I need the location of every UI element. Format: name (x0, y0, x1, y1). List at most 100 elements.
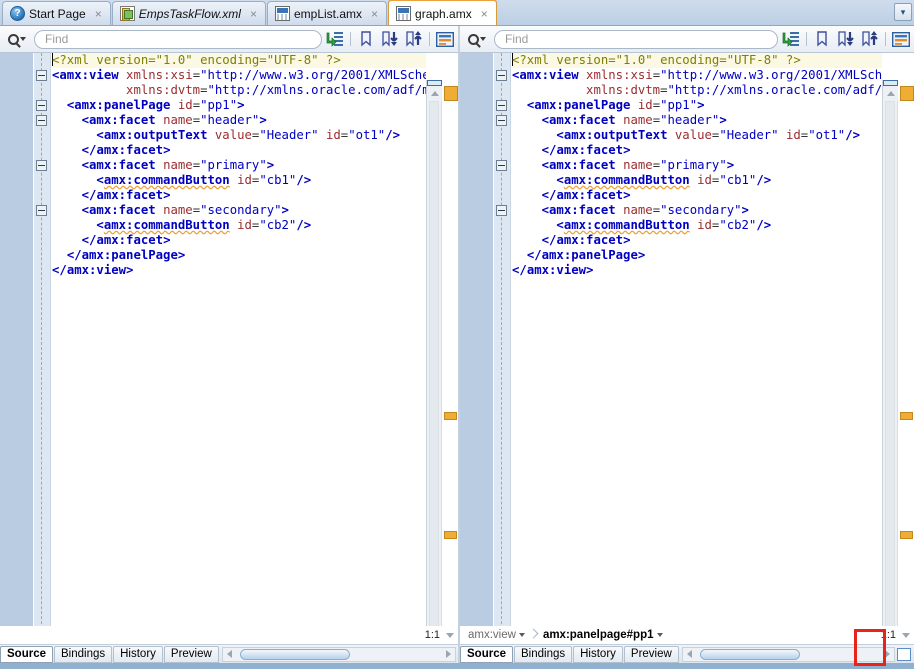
right-code-fold-margin[interactable] (494, 53, 511, 669)
right-vertical-scrollbar[interactable] (882, 80, 898, 669)
tab-bindings[interactable]: Bindings (54, 645, 113, 663)
code-line[interactable]: <amx:outputText value="Header" id="ot1"/… (52, 128, 426, 143)
breadcrumb-item-amx-panelpage[interactable]: amx:panelpage#pp1 (539, 627, 667, 643)
fold-toggle-facet-secondary[interactable] (36, 205, 47, 216)
fold-toggle-facet-secondary[interactable] (496, 205, 507, 216)
editor-tab-close-icon[interactable]: × (479, 8, 490, 20)
editor-tab-close-icon[interactable]: × (369, 8, 380, 20)
code-line[interactable]: </amx:facet> (512, 188, 882, 203)
search-icon[interactable] (462, 29, 492, 50)
code-line[interactable]: <amx:commandButton id="cb1"/> (52, 173, 426, 188)
code-line[interactable]: <amx:facet name="header"> (512, 113, 882, 128)
tab-source[interactable]: Source (460, 645, 513, 663)
editor-tab-empstaskflow-xml[interactable]: EmpsTaskFlow.xml × (111, 1, 266, 25)
right-editor-gutter[interactable] (460, 53, 494, 669)
editor-split-handle[interactable] (897, 647, 911, 661)
split-editor-dropdown-icon[interactable] (443, 629, 456, 642)
code-line[interactable]: <amx:facet name="header"> (52, 113, 426, 128)
incremental-search-icon[interactable] (324, 29, 346, 50)
scroll-right-button[interactable] (881, 648, 894, 661)
left-vertical-scrollbar[interactable] (426, 80, 442, 669)
tab-bindings[interactable]: Bindings (514, 645, 573, 663)
warning-marker[interactable] (444, 531, 457, 539)
fold-toggle-panelpage[interactable] (496, 100, 507, 111)
code-line[interactable]: <?xml version="1.0" encoding="UTF-8" ?> (52, 53, 426, 68)
warning-marker[interactable] (900, 86, 914, 101)
scroll-right-button[interactable] (442, 648, 455, 661)
code-line[interactable]: <amx:panelPage id="pp1"> (512, 98, 882, 113)
code-line[interactable]: </amx:panelPage> (52, 248, 426, 263)
previous-bookmark-icon[interactable] (403, 29, 425, 50)
code-line[interactable]: </amx:facet> (512, 233, 882, 248)
search-input[interactable] (494, 29, 778, 49)
editor-tab-graph-amx[interactable]: graph.amx × (388, 0, 497, 25)
right-code-text[interactable]: <?xml version="1.0" encoding="UTF-8" ?> <… (512, 53, 882, 669)
warning-marker[interactable] (444, 412, 457, 420)
code-line[interactable]: </amx:facet> (52, 233, 426, 248)
editor-tab-emplist-amx[interactable]: empList.amx × (266, 1, 388, 25)
fold-toggle-view[interactable] (496, 70, 507, 81)
code-line[interactable]: </amx:view> (52, 263, 426, 278)
tab-history[interactable]: History (573, 645, 623, 663)
scroll-up-button[interactable] (883, 86, 898, 101)
scrollbar-thumb[interactable] (239, 648, 350, 660)
left-code-text[interactable]: <?xml version="1.0" encoding="UTF-8" ?> <… (52, 53, 426, 669)
fold-toggle-facet-primary[interactable] (496, 160, 507, 171)
scrollbar-thumb[interactable] (699, 648, 800, 660)
warning-marker[interactable] (444, 86, 458, 101)
split-editor-dropdown-icon[interactable] (899, 629, 912, 642)
next-bookmark-icon[interactable] (835, 29, 857, 50)
search-input[interactable] (34, 29, 322, 49)
scroll-up-button[interactable] (427, 86, 442, 101)
code-line[interactable]: xmlns:dvtm="http://xmlns.oracle.com/adf/… (52, 83, 426, 98)
code-line[interactable]: xmlns:dvtm="http://xmlns.oracle.com/adf/… (512, 83, 882, 98)
code-line[interactable]: </amx:panelPage> (512, 248, 882, 263)
code-line[interactable]: <amx:outputText value="Header" id="ot1"/… (512, 128, 882, 143)
code-line[interactable]: <amx:facet name="primary"> (512, 158, 882, 173)
tab-source[interactable]: Source (0, 645, 53, 663)
toggle-bookmark-icon[interactable] (811, 29, 833, 50)
code-line[interactable]: </amx:facet> (512, 143, 882, 158)
code-line[interactable]: <amx:facet name="secondary"> (52, 203, 426, 218)
scrollbar-track[interactable] (429, 101, 439, 654)
restore-window-button[interactable]: ▾ (894, 3, 912, 21)
code-line[interactable]: </amx:view> (512, 263, 882, 278)
scrollbar-track[interactable] (236, 648, 442, 661)
editor-tab-start-page[interactable]: ? Start Page × (2, 1, 111, 25)
left-horizontal-scrollbar[interactable] (221, 646, 456, 662)
code-editor-options-icon[interactable] (434, 29, 456, 50)
scrollbar-track[interactable] (885, 101, 895, 654)
fold-toggle-view[interactable] (36, 70, 47, 81)
toggle-bookmark-icon[interactable] (355, 29, 377, 50)
left-editor-gutter[interactable] (0, 53, 34, 669)
code-line[interactable]: <amx:commandButton id="cb2"/> (512, 218, 882, 233)
code-line[interactable]: <amx:view xmlns:xsi="http://www.w3.org/2… (52, 68, 426, 83)
tab-history[interactable]: History (113, 645, 163, 663)
code-line[interactable]: <amx:facet name="primary"> (52, 158, 426, 173)
next-bookmark-icon[interactable] (379, 29, 401, 50)
fold-toggle-facet-header[interactable] (496, 115, 507, 126)
editor-tab-close-icon[interactable]: × (93, 8, 104, 20)
fold-toggle-panelpage[interactable] (36, 100, 47, 111)
search-icon[interactable] (2, 29, 32, 50)
right-overview-ruler[interactable] (897, 80, 914, 669)
code-line[interactable]: <amx:facet name="secondary"> (512, 203, 882, 218)
code-line[interactable]: <amx:commandButton id="cb1"/> (512, 173, 882, 188)
left-overview-ruler[interactable] (441, 80, 458, 669)
right-horizontal-scrollbar[interactable] (681, 646, 895, 662)
breadcrumb-item-amx-view[interactable]: amx:view (464, 627, 529, 643)
tab-preview[interactable]: Preview (623, 645, 679, 663)
code-line[interactable]: </amx:facet> (52, 188, 426, 203)
warning-marker[interactable] (900, 531, 913, 539)
scroll-left-button[interactable] (683, 648, 696, 661)
editor-tab-close-icon[interactable]: × (248, 8, 259, 20)
fold-toggle-facet-primary[interactable] (36, 160, 47, 171)
code-line[interactable]: <amx:panelPage id="pp1"> (52, 98, 426, 113)
code-line[interactable]: <amx:commandButton id="cb2"/> (52, 218, 426, 233)
warning-marker[interactable] (900, 412, 913, 420)
left-code-fold-margin[interactable] (34, 53, 51, 669)
code-line[interactable]: <amx:view xmlns:xsi="http://www.w3.org/2… (512, 68, 882, 83)
scroll-left-button[interactable] (223, 648, 236, 661)
tab-preview[interactable]: Preview (163, 645, 219, 663)
code-line[interactable]: <?xml version="1.0" encoding="UTF-8" ?> (512, 53, 882, 68)
